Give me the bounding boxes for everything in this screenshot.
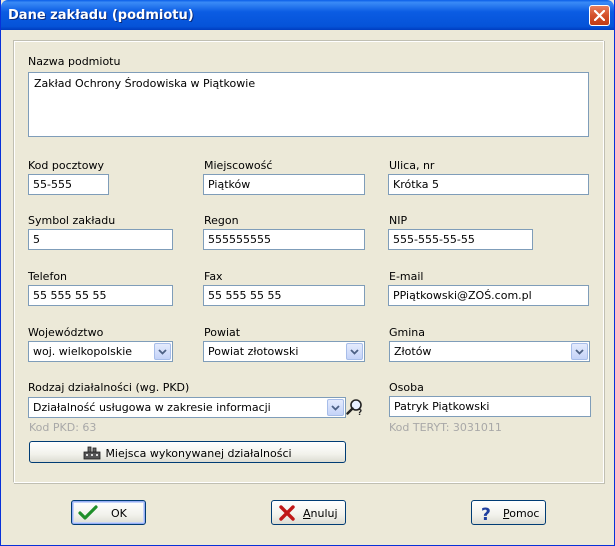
powiat-dropdown-button[interactable] [346, 343, 363, 360]
symbol-zakladu-input[interactable]: 5 [28, 229, 173, 250]
checkmark-icon [78, 505, 98, 520]
wojewodztwo-value: woj. wielkopolskie [33, 345, 133, 358]
rodzaj-dzialalnosci-value: Działalność usługowa w zakresie informac… [33, 401, 271, 414]
osoba-label: Osoba [389, 381, 424, 394]
ok-button-label: OK [111, 507, 127, 520]
pomoc-button[interactable]: ? Pomoc [471, 500, 546, 525]
fax-label: Fax [204, 270, 223, 283]
question-mark-icon: ? [481, 505, 491, 522]
chevron-down-icon [331, 405, 340, 411]
nip-label: NIP [389, 214, 408, 227]
kod-pkd-text: Kod PKD: 63 [29, 421, 97, 434]
chevron-down-icon [350, 349, 359, 355]
nazwa-podmiotu-textarea[interactable]: Zakład Ochrony Środowiska w Piątkowie [28, 72, 589, 137]
powiat-select[interactable]: Powiat złotowski [203, 341, 365, 362]
chevron-down-icon [158, 349, 167, 355]
rodzaj-dropdown-button[interactable] [327, 399, 344, 416]
red-x-icon [279, 505, 295, 521]
rodzaj-dzialalnosci-select[interactable]: Działalność usługowa w zakresie informac… [28, 397, 346, 418]
ulica-label: Ulica, nr [389, 159, 435, 172]
email-label: E-mail [389, 270, 424, 283]
wojewodztwo-label: Województwo [28, 326, 104, 339]
powiat-value: Powiat złotowski [208, 345, 299, 358]
ulica-input[interactable]: Krótka 5 [388, 174, 589, 195]
building-icon [84, 446, 101, 460]
nip-input[interactable]: 555-555-55-55 [388, 229, 533, 250]
powiat-label: Powiat [204, 326, 241, 339]
window-title: Dane zakładu (podmiotu) [8, 8, 194, 23]
miejscowosc-label: Miejscowość [204, 159, 273, 172]
svg-text:?: ? [358, 408, 363, 416]
close-x-icon [594, 10, 605, 21]
gmina-value: Złotów [394, 345, 432, 358]
chevron-down-icon [575, 349, 584, 355]
dialog-window: Dane zakładu (podmiotu) Nazwa podmiotu Z… [0, 0, 615, 546]
email-input[interactable]: PPiątkowski@ZOŚ.com.pl [388, 285, 589, 306]
anuluj-button-label: Anuluj [303, 507, 338, 520]
gmina-label: Gmina [389, 326, 426, 339]
miejscowosc-input[interactable]: Piątków [203, 174, 365, 195]
miejsca-wykonywanej-dzialalnosci-button[interactable]: Miejsca wykonywanej działalności [29, 441, 346, 463]
svg-text:?: ? [481, 505, 491, 522]
telefon-input[interactable]: 55 555 55 55 [28, 285, 173, 306]
gmina-select[interactable]: Złotów [389, 341, 590, 362]
magnifier-lookup-icon[interactable]: ? [346, 398, 364, 416]
symbol-zakladu-label: Symbol zakładu [28, 214, 116, 227]
kod-pocztowy-label: Kod pocztowy [28, 159, 104, 172]
regon-label: Regon [204, 214, 239, 227]
wojewodztwo-dropdown-button[interactable] [154, 343, 171, 360]
kod-teryt-text: Kod TERYT: 3031011 [389, 421, 502, 434]
kod-pocztowy-input[interactable]: 55-555 [28, 174, 109, 195]
telefon-label: Telefon [28, 270, 68, 283]
anuluj-button[interactable]: Anuluj [271, 500, 346, 525]
osoba-input[interactable]: Patryk Piątkowski [389, 396, 591, 417]
miejsca-button-label: Miejsca wykonywanej działalności [105, 447, 292, 460]
wojewodztwo-select[interactable]: woj. wielkopolskie [28, 341, 173, 362]
pomoc-button-label: Pomoc [503, 507, 540, 520]
close-button[interactable] [589, 5, 610, 26]
nazwa-podmiotu-label: Nazwa podmiotu [28, 55, 121, 68]
ok-button[interactable]: OK [71, 500, 146, 525]
rodzaj-dzialalnosci-label: Rodzaj działalności (wg. PKD) [28, 381, 190, 394]
regon-input[interactable]: 555555555 [203, 229, 365, 250]
fax-input[interactable]: 55 555 55 55 [203, 285, 365, 306]
title-bar[interactable]: Dane zakładu (podmiotu) [1, 0, 614, 30]
gmina-dropdown-button[interactable] [571, 343, 588, 360]
